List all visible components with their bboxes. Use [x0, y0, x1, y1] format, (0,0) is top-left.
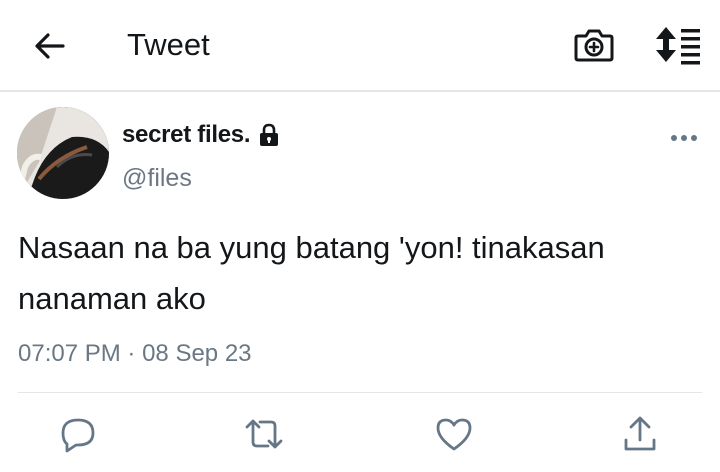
user-handle[interactable]: @files [122, 164, 192, 193]
arrow-left-icon [35, 33, 65, 59]
tweet-time: 07:07 PM [18, 340, 121, 367]
avatar[interactable] [17, 107, 109, 199]
share-icon [624, 416, 656, 451]
back-button[interactable] [30, 26, 70, 66]
timestamp-separator: · [127, 340, 136, 367]
avatar-image [17, 107, 109, 199]
more-options-button[interactable] [668, 128, 700, 148]
camera-add-icon [574, 29, 614, 62]
share-button[interactable] [620, 414, 660, 454]
author-name-row: secret files. [122, 118, 281, 152]
app-header: Tweet [0, 0, 720, 92]
sort-list-icon [656, 27, 700, 65]
sort-button[interactable] [652, 24, 702, 66]
reply-button[interactable] [58, 414, 98, 454]
display-name[interactable]: secret files. [122, 121, 250, 149]
page-title: Tweet [127, 27, 210, 62]
tweet-date: 08 Sep 23 [142, 340, 252, 367]
retweet-button[interactable] [244, 414, 284, 454]
camera-button[interactable] [572, 24, 616, 66]
reply-icon [61, 418, 95, 453]
more-dots-icon [671, 135, 697, 141]
retweet-icon [245, 419, 283, 449]
divider [18, 392, 702, 393]
lock-icon [257, 123, 281, 147]
like-button[interactable] [434, 414, 474, 454]
tweet-text: Nasaan na ba yung batang 'yon! tinakasan… [18, 230, 605, 316]
like-icon [436, 418, 472, 451]
tweet-timestamp: 07:07 PM · 08 Sep 23 [18, 340, 252, 368]
